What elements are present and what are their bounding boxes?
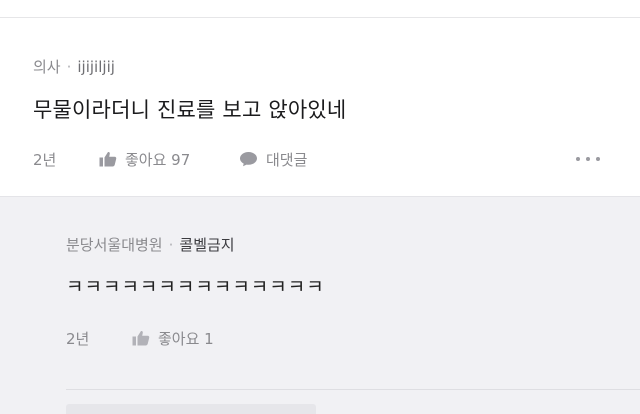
- reply-nickname[interactable]: 콜벨금지: [179, 236, 234, 254]
- comment-actions: 2년 좋아요 97 대댓글: [33, 148, 600, 170]
- reply-meta: 분당서울대병원 · 콜벨금지: [66, 234, 235, 255]
- speech-bubble-icon: [239, 151, 258, 167]
- reply-button[interactable]: 대댓글: [239, 149, 307, 170]
- comment-author-label[interactable]: 의사: [33, 58, 61, 76]
- comment-nickname[interactable]: ijijiljij: [77, 58, 115, 76]
- comment-time: 2년: [33, 150, 57, 169]
- reply-text: ㅋㅋㅋㅋㅋㅋㅋㅋㅋㅋㅋㅋㅋㅋ: [66, 276, 325, 298]
- reply-like-button[interactable]: 좋아요 1: [132, 328, 214, 349]
- next-reply-cutoff: [66, 404, 316, 414]
- comment: 의사 · ijijiljij 무물이라더니 진료를 보고 앉아있네 2년 좋아요 9…: [0, 18, 640, 196]
- more-dot: [586, 157, 590, 161]
- more-dot: [596, 157, 600, 161]
- meta-separator: ·: [168, 236, 174, 254]
- reply-divider: [66, 389, 640, 390]
- like-button[interactable]: 좋아요 97: [99, 149, 239, 170]
- thumbs-up-icon: [132, 330, 150, 346]
- reply-button-label: 대댓글: [266, 150, 308, 169]
- comment-thread: 의사 · ijijiljij 무물이라더니 진료를 보고 앉아있네 2년 좋아요 9…: [0, 0, 640, 414]
- reply-time: 2년: [66, 329, 90, 348]
- comment-text: 무물이라더니 진료를 보고 앉아있네: [33, 98, 347, 122]
- thumbs-up-icon: [99, 151, 117, 167]
- meta-separator: ·: [66, 58, 72, 76]
- reply-actions: 2년 좋아요 1: [66, 327, 214, 349]
- comment-meta: 의사 · ijijiljij: [33, 56, 115, 77]
- more-options-button[interactable]: [568, 148, 608, 170]
- top-strip: [0, 0, 640, 18]
- reply-author-label[interactable]: 분당서울대병원: [66, 236, 163, 254]
- more-dots-icon: [576, 157, 580, 161]
- like-count-label: 좋아요 97: [125, 150, 191, 169]
- replies-section: 분당서울대병원 · 콜벨금지 ㅋㅋㅋㅋㅋㅋㅋㅋㅋㅋㅋㅋㅋㅋ 2년 좋아요 1: [0, 196, 640, 414]
- reply-like-count-label: 좋아요 1: [158, 329, 214, 348]
